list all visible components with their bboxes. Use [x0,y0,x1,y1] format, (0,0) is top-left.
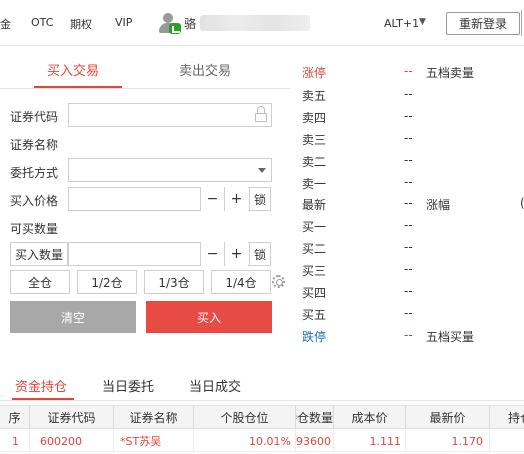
latest-label: 最新 [302,198,327,212]
ask3-value[interactable]: -- [404,131,413,145]
bid-volume-label: 五档买量 [426,330,475,344]
relogin-button[interactable]: 重新登录 [446,12,520,35]
code-label: 证券代码 [10,110,59,124]
tab-today-orders[interactable]: 当日委托 [102,376,154,395]
cell-latest: 1.170 [406,430,490,452]
divider [0,88,290,89]
change-label: 涨幅 [426,198,451,212]
method-select[interactable] [68,158,272,182]
ask4-value[interactable]: -- [404,109,413,123]
name-label: 证券名称 [10,138,59,152]
code-input[interactable] [68,103,272,127]
chevron-down-icon[interactable]: ▼ [419,17,426,27]
column-header-cost[interactable]: 成本价 [334,405,406,429]
bid3-value[interactable]: -- [404,262,413,276]
limit-up-label: 涨停 [302,66,327,80]
ask4-label: 卖四 [302,111,327,125]
cell-position-ratio: 10.01% [194,430,296,452]
ask2-value[interactable]: -- [404,153,413,167]
limit-down-value: -- [404,328,413,342]
divider [0,400,524,401]
qty-mode-button[interactable]: 买入数量 [10,242,68,266]
latest-value[interactable]: -- [404,196,413,210]
position-quarter-button[interactable]: 1/4仓 [211,270,271,294]
bid2-value[interactable]: -- [404,240,413,254]
tab-today-trades[interactable]: 当日成交 [189,376,241,395]
tab-sell[interactable]: 卖出交易 [179,60,231,79]
buy-button[interactable]: 买入 [146,301,272,333]
price-plus-button[interactable]: + [224,187,248,211]
available-label: 可买数量 [10,222,59,236]
ask5-label: 卖五 [302,89,327,103]
price-minus-button[interactable]: − [200,187,224,211]
limit-up-value: -- [404,64,413,78]
clear-button[interactable]: 清空 [10,301,136,333]
nav-otc[interactable]: OTC [31,16,53,29]
column-header-code[interactable]: 证券代码 [30,405,114,429]
qty-lock-button[interactable]: 锁 [249,242,271,266]
cell-holding [490,430,524,452]
user-info[interactable]: 骆 [158,12,311,34]
ask-volume-label: 五档卖量 [426,66,475,80]
divider [521,10,522,36]
ask3-label: 卖三 [302,133,327,147]
column-header-quantity[interactable]: 持仓数量 [296,405,334,429]
edge-mark: ( [520,196,524,210]
bid1-label: 买一 [302,220,327,234]
price-label: 买入价格 [10,194,59,208]
nav-options[interactable]: 期权 [70,16,92,32]
nav-gold[interactable]: 金 [0,16,11,32]
account-switch-label[interactable]: ALT+1 [384,17,419,30]
tab-holdings[interactable]: 资金持仓 [15,376,67,395]
ask1-value[interactable]: -- [404,175,413,189]
bid3-label: 买三 [302,264,327,278]
price-lock-button[interactable]: 锁 [249,187,271,211]
cell-code: 600200 [30,430,114,452]
nav-vip[interactable]: VIP [115,16,132,29]
ask1-label: 卖一 [302,177,327,191]
bid4-value[interactable]: -- [404,284,413,298]
cell-name: *ST苏吴 [114,430,194,452]
column-header-position-ratio[interactable]: 个股仓位 [194,405,296,429]
bid2-label: 买二 [302,242,327,256]
method-label: 委托方式 [10,166,59,180]
gear-icon[interactable] [272,275,285,288]
bid5-label: 买五 [302,308,327,322]
qty-plus-button[interactable]: + [224,242,248,266]
column-header-name[interactable]: 证券名称 [114,405,194,429]
redacted-account [200,15,311,31]
position-full-button[interactable]: 全仓 [10,270,70,294]
user-name: 骆 [184,16,197,31]
position-third-button[interactable]: 1/3仓 [144,270,204,294]
lock-icon[interactable] [254,106,268,122]
tab-buy[interactable]: 买入交易 [47,60,99,79]
cell-cost: 1.111 [334,430,406,452]
cell-index: 1 [0,430,30,452]
qty-minus-button[interactable]: − [200,242,224,266]
column-header-index[interactable]: 序 [0,405,30,429]
bid5-value[interactable]: -- [404,306,413,320]
column-header-latest[interactable]: 最新价 [406,405,490,429]
cell-quantity: 93600 [296,430,334,452]
ask2-label: 卖二 [302,155,327,169]
user-online-icon [158,12,181,34]
bid4-label: 买四 [302,286,327,300]
position-half-button[interactable]: 1/2仓 [77,270,137,294]
limit-down-label: 跌停 [302,330,327,344]
bid1-value[interactable]: -- [404,218,413,232]
column-header-holding[interactable]: 持仓 [490,405,524,429]
chevron-down-icon[interactable] [258,168,266,173]
ask5-value[interactable]: -- [404,87,413,101]
